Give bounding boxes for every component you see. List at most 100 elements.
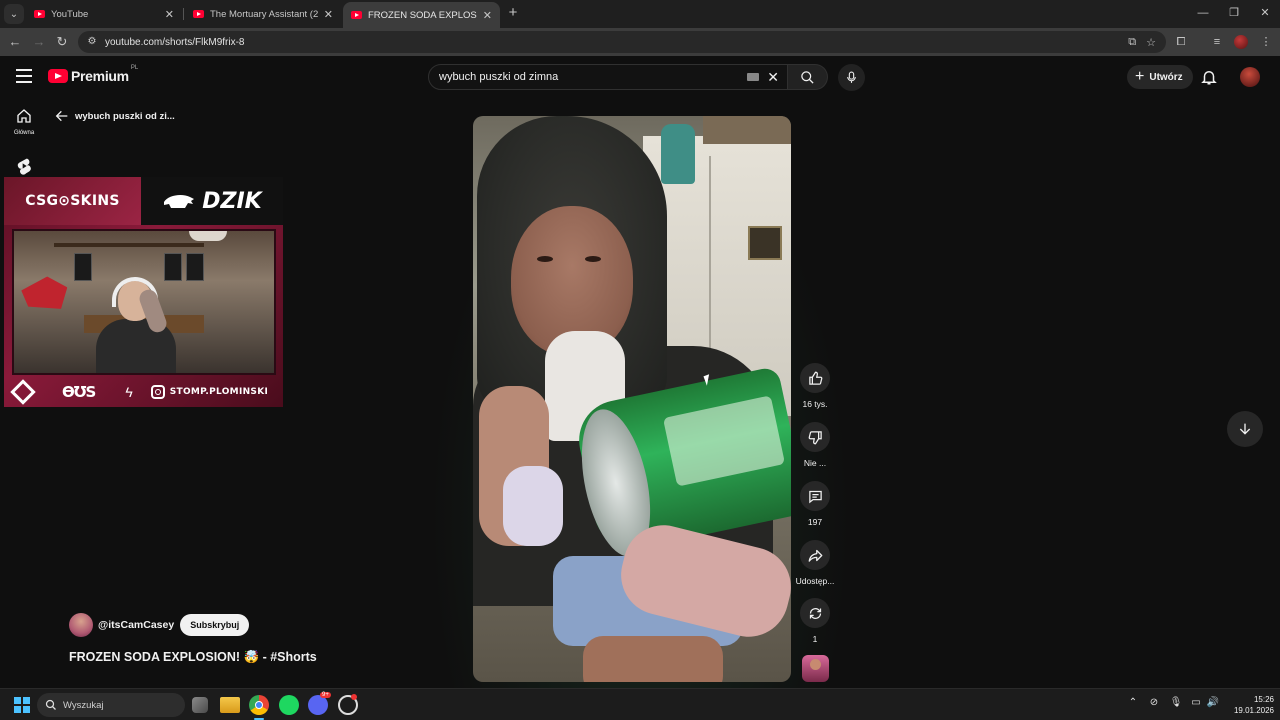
plus-icon: + (1135, 68, 1145, 85)
clear-search-icon[interactable]: ✕ (767, 69, 779, 86)
new-tab-icon[interactable]: + (504, 4, 522, 22)
tab-mortuary-assistant[interactable]: The Mortuary Assistant (2026) | ✕ (185, 2, 341, 26)
window-close-icon[interactable]: ✕ (1250, 4, 1280, 22)
youtube-favicon-icon (34, 10, 45, 18)
dislike-action[interactable]: Nie ... (792, 422, 838, 468)
sound-thumbnail[interactable] (802, 655, 829, 682)
lightning-icon: ϟ (125, 384, 133, 400)
microphone-tray-icon[interactable]: 🎙 (1168, 697, 1184, 708)
eye (537, 256, 553, 262)
voice-search-button[interactable] (838, 64, 865, 91)
create-button[interactable]: + Utwórz (1127, 65, 1193, 89)
minimize-icon[interactable]: — (1188, 4, 1218, 22)
profile-avatar[interactable] (1234, 35, 1248, 49)
notifications-bell-icon[interactable] (1200, 68, 1220, 86)
bookmark-star-icon[interactable]: ☆ (1146, 36, 1156, 49)
taskbar-search[interactable]: Wyszukaj (37, 693, 185, 717)
clock[interactable]: 15:26 19.01.2026 (1222, 694, 1274, 716)
remix-action[interactable]: 1 (792, 598, 838, 644)
subscribe-button[interactable]: Subskrybuj (180, 614, 250, 636)
comments-action[interactable]: 197 (792, 481, 838, 527)
thumbs-up-icon (808, 371, 822, 385)
wall-sign (748, 226, 782, 260)
menu-kebab-icon[interactable]: ⋮ (1257, 33, 1275, 51)
person-legs (583, 636, 723, 682)
volume-icon[interactable]: 🔊 (1205, 697, 1221, 708)
youtube-premium-logo[interactable]: Premium PL (48, 65, 138, 84)
tray-overflow-icon[interactable]: ⌃ (1125, 697, 1141, 708)
address-bar[interactable]: ⚙ youtube.com/shorts/FlkM9frix-8 ⧉ ☆ (78, 31, 1166, 53)
guide-shorts[interactable] (16, 157, 32, 175)
tab-frozen-soda[interactable]: FROZEN SODA EXPLOSION! 🤯 ✕ (343, 2, 500, 28)
remix-button[interactable] (800, 598, 830, 628)
clock-date: 19.01.2026 (1233, 706, 1274, 715)
comments-button[interactable] (800, 481, 830, 511)
tab-search-chevron-icon[interactable]: ⌄ (4, 4, 24, 24)
instagram-handle: STOMP.PLOMINSKI (169, 387, 269, 397)
file-explorer-icon[interactable] (220, 697, 240, 713)
dislike-label: Nie ... (803, 458, 827, 468)
reload-icon[interactable]: ↻ (53, 33, 71, 51)
search-query[interactable]: wybuch puszki od zimna (439, 71, 747, 83)
like-button[interactable] (800, 363, 830, 393)
close-icon[interactable]: ✕ (324, 8, 333, 21)
close-icon[interactable]: ✕ (483, 9, 492, 22)
channel-row: @itsCamCasey Subskrybuj (69, 613, 250, 637)
spotify-icon[interactable] (279, 695, 299, 715)
webcam-feed (12, 229, 276, 375)
search-button[interactable] (788, 64, 828, 90)
channel-name[interactable]: @itsCamCasey (98, 619, 174, 631)
boar-logo-icon (164, 194, 195, 208)
site-info-icon[interactable]: ⚙ (85, 35, 99, 49)
red-flag-logo (20, 274, 70, 314)
guide-home[interactable]: Główna (4, 108, 44, 136)
microphone-icon (847, 71, 856, 83)
glove (503, 466, 563, 546)
like-action[interactable]: 16 tys. (792, 363, 838, 409)
back-label: wybuch puszki od zi... (75, 110, 175, 122)
next-video-button[interactable] (1227, 411, 1263, 447)
search-input[interactable]: wybuch puszki od zimna ✕ (428, 64, 788, 90)
close-icon[interactable]: ✕ (165, 8, 174, 21)
restore-icon[interactable]: ❐ (1219, 4, 1249, 22)
url-text[interactable]: youtube.com/shorts/FlkM9frix-8 (105, 37, 1128, 48)
back-to-search[interactable]: wybuch puszki od zi... (54, 108, 175, 124)
extensions-icon[interactable]: ⧠ (1172, 33, 1190, 51)
task-view-icon[interactable] (192, 697, 208, 713)
tab-title: FROZEN SODA EXPLOSION! 🤯 (368, 9, 477, 21)
shorts-video-player[interactable] (473, 116, 791, 682)
hamburger-menu-icon[interactable] (16, 69, 32, 83)
share-action[interactable]: Udostęp... (792, 540, 838, 586)
dislike-button[interactable] (800, 422, 830, 452)
channel-avatar[interactable] (69, 613, 93, 637)
home-icon (17, 109, 31, 123)
eye (585, 256, 601, 262)
cabinet (703, 116, 791, 144)
back-icon[interactable]: ← (6, 33, 24, 51)
discord-icon[interactable]: 9+ (308, 692, 331, 715)
youtube-logo-icon (48, 69, 68, 83)
share-button[interactable] (800, 540, 830, 570)
install-app-icon[interactable]: ⧉ (1128, 36, 1136, 49)
search-icon (45, 699, 56, 710)
app-icon[interactable] (338, 694, 358, 715)
video-title[interactable]: FROZEN SODA EXPLOSION! 🤯 - #Shorts (69, 650, 317, 665)
display-icon[interactable]: ▭ (1188, 697, 1204, 708)
media-control-icon[interactable]: ≡ (1208, 33, 1226, 51)
tab-divider (183, 8, 184, 20)
forward-icon[interactable]: → (30, 33, 48, 51)
tab-youtube[interactable]: YouTube ✕ (26, 2, 182, 26)
youtube-header: Premium PL wybuch puszki od zimna ✕ + Ut… (0, 56, 1280, 98)
keyboard-icon[interactable] (747, 73, 760, 81)
streamer (96, 271, 176, 373)
diamond-logo-icon (10, 379, 36, 405)
network-off-icon[interactable]: ⊘ (1146, 697, 1162, 708)
windows-start-icon[interactable] (14, 697, 30, 713)
browser-toolbar: ← → ↻ ⚙ youtube.com/shorts/FlkM9frix-8 ⧉… (0, 28, 1280, 56)
arrow-down-icon (1239, 423, 1251, 435)
browser-tab-strip: ⌄ YouTube ✕ The Mortuary Assistant (2026… (0, 0, 1280, 28)
tab-title: YouTube (51, 8, 89, 20)
account-avatar[interactable] (1240, 67, 1260, 87)
discord-badge: 9+ (320, 692, 331, 698)
chrome-icon[interactable] (249, 695, 269, 715)
